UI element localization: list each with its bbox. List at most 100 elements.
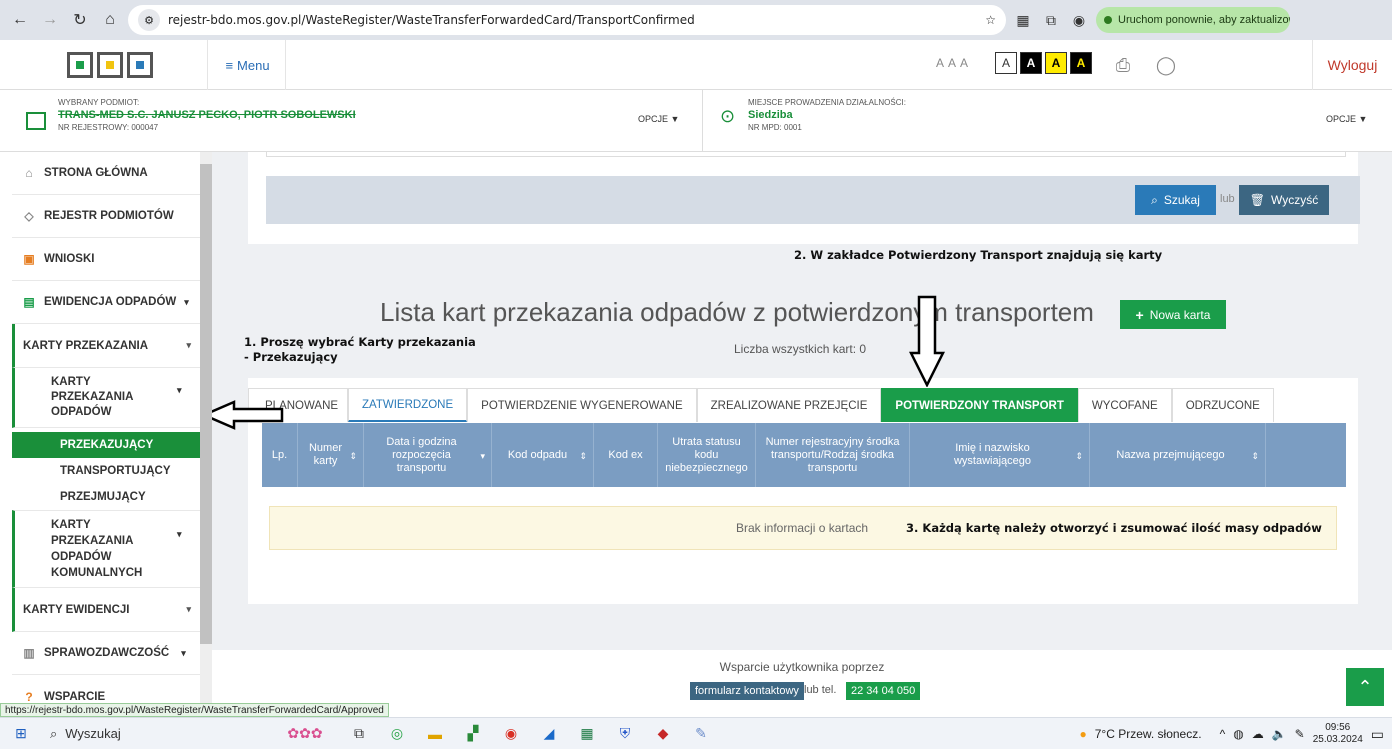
font-size-label[interactable]: A A A	[936, 56, 969, 70]
app-red-icon[interactable]: ◆	[652, 723, 674, 745]
menu-button[interactable]: ≡ Menu	[210, 40, 286, 90]
table-header: Lp. Numer karty ⇕ Data i godzina rozpoczę…	[262, 423, 1346, 487]
selected-entity[interactable]: WYBRANY PODMIOT: TRANS-MED S.C. JANUSZ P…	[58, 90, 698, 152]
chevron-down-icon: ▾	[177, 529, 182, 539]
tab-approved[interactable]: ZATWIERDZONE	[348, 388, 468, 422]
reload-icon[interactable]: ↻	[68, 8, 92, 32]
weather-text[interactable]: 7°C Przew. słonecz.	[1095, 727, 1202, 741]
column-header-code-ex: Kod ex	[594, 423, 658, 487]
clear-button[interactable]: 🗑 Wyczyść	[1239, 185, 1329, 215]
cloud-icon[interactable]: ☁	[1252, 727, 1264, 741]
scroll-to-top-button[interactable]: ⌃	[1346, 668, 1384, 706]
contrast-default[interactable]: A	[995, 52, 1017, 74]
weather-icon[interactable]: ●	[1079, 727, 1086, 741]
contact-form-link[interactable]: formularz kontaktowy	[690, 682, 804, 700]
sidebar-item-home[interactable]: ⌂ STRONA GŁÓWNA	[12, 152, 211, 195]
app-green-icon[interactable]: ▞	[462, 723, 484, 745]
sort-icon[interactable]: ⇕	[1075, 450, 1083, 463]
bookmark-star-icon[interactable]: ☆	[985, 13, 996, 27]
business-location[interactable]: MIEJSCE PROWADZENIA DZIAŁALNOŚCI: Siedzi…	[748, 90, 1392, 152]
clock-date: 25.03.2024	[1312, 734, 1363, 745]
magnifier-icon: ⌕	[1151, 192, 1158, 207]
location-options-button[interactable]: OPCJE ▼	[1326, 114, 1367, 124]
column-label: Data i godzina rozpoczęcia transportu	[386, 435, 457, 474]
column-header-vehicle-registration: Numer rejestracyjny środka transportu/Ro…	[756, 423, 910, 487]
sidebar-item-reporting[interactable]: ▥ SPRAWOZDAWCZOŚĆ ▾	[12, 632, 211, 675]
annotation-step-1: 1. Proszę wybrać Karty przekazania - Prz…	[244, 335, 476, 364]
logout-button[interactable]: Wyloguj	[1312, 40, 1392, 90]
extension-icon[interactable]: ▦	[1012, 9, 1034, 31]
sidebar-scrollbar[interactable]	[200, 152, 212, 706]
bdo-logo[interactable]	[12, 40, 208, 90]
tab-confirmation-generated[interactable]: POTWIERDZENIE WYGENEROWANE	[467, 388, 697, 422]
home-icon[interactable]: ⌂	[98, 8, 122, 32]
location-pin-icon: ⊙	[720, 106, 736, 126]
contrast-yellow-black[interactable]: A	[1045, 52, 1067, 74]
search-button[interactable]: ⌕ Szukaj	[1135, 185, 1216, 215]
tab-rejected[interactable]: ODRZUCONE	[1171, 388, 1274, 422]
user-icon[interactable]: ◯	[1153, 52, 1179, 78]
task-view-icon[interactable]: ⧉	[348, 723, 370, 745]
tab-withdrawn[interactable]: WYCOFANE	[1077, 388, 1172, 422]
tab-label: POTWIERDZONY TRANSPORT	[895, 399, 1064, 412]
tulips-icon[interactable]: ✿✿✿	[278, 723, 332, 745]
new-card-button[interactable]: + Nowa karta	[1120, 300, 1226, 329]
tab-label: ZATWIERDZONE	[362, 398, 454, 411]
network-icon[interactable]: ◍	[1233, 727, 1243, 741]
column-header-transport-start[interactable]: Data i godzina rozpoczęcia transportu ▾	[364, 423, 492, 487]
font-size-controls[interactable]: A A A	[936, 56, 969, 70]
sidebar-item-applications[interactable]: ▣ WNIOSKI	[12, 238, 211, 281]
taskbar-search[interactable]: ⌕ Wyszukaj	[42, 718, 212, 749]
pen-icon[interactable]: ✎	[1295, 727, 1305, 741]
update-button[interactable]: Uruchom ponownie, aby zaktualizować	[1096, 7, 1290, 33]
sidebar-item-entity-register[interactable]: ◇ REJESTR PODMIOTÓW	[12, 195, 211, 238]
site-settings-icon[interactable]: ⚙	[138, 9, 160, 31]
sidebar-item-label: KARTY PRZEKAZANIA ODPADÓW	[51, 376, 133, 418]
whatsapp-icon[interactable]: ◎	[386, 723, 408, 745]
tab-transport-confirmed[interactable]: POTWIERDZONY TRANSPORT	[881, 388, 1078, 422]
sidebar-item-label: REJESTR PODMIOTÓW	[44, 210, 174, 222]
scrollbar-thumb[interactable]	[200, 164, 212, 644]
paint-icon[interactable]: ✎	[690, 723, 712, 745]
column-header-card-number[interactable]: Numer karty ⇕	[298, 423, 364, 487]
print-icon[interactable]: ⎙	[1110, 52, 1136, 78]
sidebar-item-receiver[interactable]: PRZEJMUJĄCY	[12, 484, 211, 510]
column-header-receiver-name[interactable]: Nazwa przejmującego ⇕	[1090, 423, 1266, 487]
sidebar-item-record-cards[interactable]: KARTY EWIDENCJI ▾	[12, 588, 211, 632]
sort-desc-icon[interactable]: ▾	[480, 450, 485, 463]
defender-icon[interactable]: ⛨	[614, 723, 636, 745]
column-header-waste-code[interactable]: Kod odpadu ⇕	[492, 423, 594, 487]
back-icon[interactable]: ←	[8, 8, 32, 32]
tab-receipt-completed[interactable]: ZREALIZOWANE PRZEJĘCIE	[696, 388, 882, 422]
sort-icon[interactable]: ⇕	[579, 450, 587, 463]
sort-icon[interactable]: ⇕	[1251, 450, 1259, 463]
chrome-icon[interactable]: ◉	[500, 723, 522, 745]
sidebar-item-waste-transfer-cards[interactable]: KARTY PRZEKAZANIA ODPADÓW ▾	[12, 368, 211, 428]
windows-start-icon[interactable]: ⊞	[0, 718, 42, 749]
profile-icon[interactable]: ◉	[1068, 9, 1090, 31]
contrast-black-yellow[interactable]: A	[1070, 52, 1092, 74]
notifications-icon[interactable]: ▭	[1371, 726, 1384, 743]
clock[interactable]: 09:56 25.03.2024	[1313, 722, 1363, 746]
volume-icon[interactable]: 🔈	[1272, 727, 1287, 741]
sidebar-item-transferor[interactable]: PRZEKAZUJĄCY	[12, 432, 211, 458]
sidebar-item-support[interactable]: ? WSPARCIE	[12, 675, 211, 706]
address-bar[interactable]: ⚙ rejestr-bdo.mos.gov.pl/WasteRegister/W…	[128, 5, 1006, 35]
sidebar-item-carrier[interactable]: TRANSPORTUJĄCY	[12, 458, 211, 484]
sidebar-item-waste-records[interactable]: ▤ EWIDENCJA ODPADÓW ▾	[12, 281, 211, 324]
phone-badge[interactable]: 22 34 04 050	[846, 682, 921, 700]
sidebar-item-municipal-waste-cards[interactable]: KARTY PRZEKAZANIA ODPADÓW KOMUNALNYCH ▾	[12, 510, 211, 588]
sidebar-item-transfer-cards[interactable]: KARTY PRZEKAZANIA ▾	[12, 324, 211, 368]
forward-icon[interactable]: →	[38, 8, 62, 32]
entity-options-button[interactable]: OPCJE ▼	[638, 114, 679, 124]
sort-icon[interactable]: ⇕	[349, 450, 357, 463]
location-options-label: OPCJE	[1326, 114, 1357, 124]
file-explorer-icon[interactable]: ▬	[424, 723, 446, 745]
column-header-issuer-name[interactable]: Imię i nazwisko wystawiającego ⇕	[910, 423, 1090, 487]
chevron-down-icon: ▾	[186, 604, 191, 614]
tray-chevron-up-icon[interactable]: ^	[1220, 727, 1226, 741]
excel-icon[interactable]: ▦	[576, 723, 598, 745]
app-blue-icon[interactable]: ◢	[538, 723, 560, 745]
extensions-puzzle-icon[interactable]: ⧉	[1040, 9, 1062, 31]
contrast-black-white[interactable]: A	[1020, 52, 1042, 74]
